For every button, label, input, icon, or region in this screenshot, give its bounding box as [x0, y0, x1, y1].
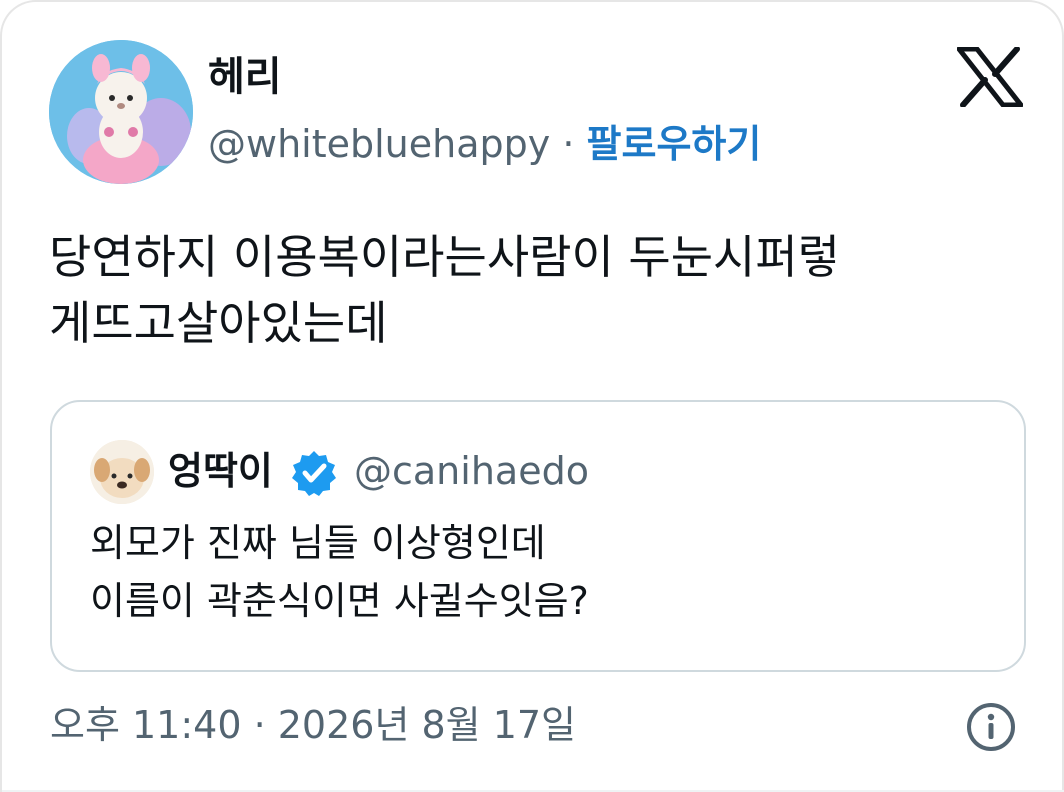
handle-separator: ·	[562, 122, 575, 166]
x-logo-icon[interactable]	[957, 47, 1023, 107]
quoted-author-display-name[interactable]: 엉딱이	[168, 446, 273, 496]
quoted-author-avatar[interactable]	[90, 440, 154, 504]
author-display-name[interactable]: 헤리	[208, 52, 282, 102]
quoted-author-handle[interactable]: @canihaedo	[354, 446, 589, 496]
tweet-text-line: 게뜨고살아있는데	[49, 296, 388, 350]
quoted-text-line: 이름이 곽춘식이면 사귈수잇음?	[90, 579, 589, 623]
tweet-timestamp[interactable]: 오후 11:40 · 2026년 8월 17일	[50, 698, 576, 752]
info-icon[interactable]	[964, 700, 1018, 754]
verified-badge-icon	[292, 451, 336, 496]
tweet-card: 헤리 @whitebluehappy · 팔로우하기 당연하지 이용복이라는사람…	[0, 0, 1064, 792]
avatar-image	[49, 40, 193, 184]
tweet-text-line: 당연하지 이용복이라는사람이 두눈시퍼렇	[49, 230, 841, 284]
quoted-text-line: 외모가 진짜 님들 이상형인데	[90, 521, 546, 565]
author-handle-row: @whitebluehappy · 팔로우하기	[208, 120, 761, 168]
tweet-text: 당연하지 이용복이라는사람이 두눈시퍼렇 게뜨고살아있는데	[49, 224, 1039, 356]
quoted-tweet-text: 외모가 진짜 님들 이상형인데 이름이 곽춘식이면 사귈수잇음?	[90, 514, 589, 630]
quoted-avatar-image	[90, 440, 154, 504]
author-handle[interactable]: @whitebluehappy	[208, 122, 550, 166]
follow-button[interactable]: 팔로우하기	[587, 122, 762, 166]
author-avatar[interactable]	[49, 40, 193, 184]
quoted-tweet[interactable]: 엉딱이 @canihaedo 외모가 진짜 님들 이상형인데 이름이 곽춘식이면…	[50, 400, 1026, 672]
